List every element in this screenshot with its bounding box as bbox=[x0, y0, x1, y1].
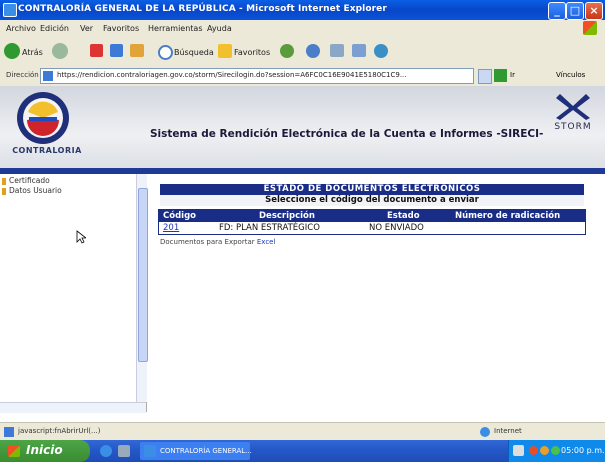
task-label: CONTRALORÍA GENERAL... bbox=[160, 447, 252, 455]
left-nav-frame: Certificado Datos Usuario bbox=[0, 174, 148, 413]
page-icon bbox=[43, 71, 53, 81]
address-url: https://rendicion.contraloriagen.gov.co/… bbox=[57, 71, 407, 79]
go-label[interactable]: Ir bbox=[510, 71, 515, 79]
status-bar: javascript:fnAbrirUrl(...) Internet bbox=[0, 422, 605, 441]
storm-logo: STORM bbox=[548, 92, 598, 148]
mail-icon[interactable] bbox=[306, 44, 320, 58]
window-title: CONTRALORÍA GENERAL DE LA REPÚBLICA - Mi… bbox=[18, 4, 387, 14]
windows-flag-icon bbox=[8, 445, 20, 457]
menu-ver[interactable]: Ver bbox=[80, 24, 93, 33]
export-note-text: Documentos para Exportar bbox=[160, 238, 255, 246]
status-page-icon bbox=[4, 427, 14, 437]
nav-item-datos-usuario[interactable]: Datos Usuario bbox=[2, 186, 62, 195]
menu-ayuda[interactable]: Ayuda bbox=[207, 24, 232, 33]
mouse-cursor-icon bbox=[76, 230, 86, 244]
menu-edicion[interactable]: Edición bbox=[40, 24, 69, 33]
col-descripcion: Descripción bbox=[259, 211, 315, 221]
links-label[interactable]: Vínculos bbox=[556, 71, 585, 79]
home-icon[interactable] bbox=[130, 44, 144, 57]
tray-network-icon[interactable] bbox=[513, 445, 524, 456]
toolbar: Atrás Búsqueda Favoritos bbox=[0, 38, 605, 67]
contraloria-logo: CONTRALORIA bbox=[12, 90, 81, 155]
nav-item-certificado[interactable]: Certificado bbox=[2, 176, 50, 185]
quicklaunch-ie-icon[interactable] bbox=[100, 445, 112, 457]
tray-icon-1[interactable] bbox=[529, 446, 538, 455]
system-title: Sistema de Rendición Electrónica de la C… bbox=[150, 128, 544, 140]
nav-horizontal-scrollbar[interactable] bbox=[0, 402, 146, 413]
edit-icon[interactable] bbox=[352, 44, 366, 57]
documents-instructions: Seleccione el código del documento a env… bbox=[160, 195, 584, 206]
ie-icon bbox=[3, 3, 17, 17]
quicklaunch-desktop-icon[interactable] bbox=[118, 445, 130, 457]
address-bar: Dirección https://rendicion.contraloriag… bbox=[0, 66, 605, 87]
documents-table: Código Descripción Estado Número de radi… bbox=[158, 209, 586, 235]
tray-icon-2[interactable] bbox=[540, 446, 549, 455]
messenger-icon[interactable] bbox=[374, 44, 388, 58]
tray-icon-3[interactable] bbox=[551, 446, 560, 455]
forward-arrow-icon[interactable] bbox=[52, 43, 68, 59]
address-dropdown-button[interactable] bbox=[478, 69, 492, 84]
storm-label: STORM bbox=[554, 122, 592, 132]
document-status: NO ENVIADO bbox=[369, 223, 424, 233]
logo-label: CONTRALORIA bbox=[12, 146, 82, 155]
start-label: Inicio bbox=[26, 443, 63, 457]
table-header-row: Código Descripción Estado Número de radi… bbox=[159, 210, 585, 222]
start-button[interactable]: Inicio bbox=[0, 440, 90, 462]
document-code-link[interactable]: 201 bbox=[163, 223, 179, 233]
nav-vertical-scrollbar[interactable] bbox=[136, 174, 148, 402]
search-icon[interactable] bbox=[158, 45, 173, 60]
favorites-star-icon[interactable] bbox=[218, 44, 232, 58]
title-bar: CONTRALORÍA GENERAL DE LA REPÚBLICA - Mi… bbox=[0, 0, 605, 20]
nav-scroll-thumb[interactable] bbox=[138, 188, 148, 362]
stop-icon[interactable] bbox=[90, 44, 103, 57]
export-excel-link[interactable]: Excel bbox=[257, 238, 276, 246]
storm-x-icon bbox=[556, 94, 590, 120]
internet-zone-icon bbox=[480, 427, 490, 437]
table-row: 201 FD: PLAN ESTRATÉGICO NO ENVIADO bbox=[159, 222, 585, 234]
status-text: javascript:fnAbrirUrl(...) bbox=[18, 427, 101, 435]
menu-favoritos[interactable]: Favoritos bbox=[103, 24, 139, 33]
history-icon[interactable] bbox=[280, 44, 294, 58]
task-ie-icon bbox=[144, 445, 156, 457]
folder-icon bbox=[2, 177, 6, 185]
menu-bar: Archivo Edición Ver Favoritos Herramient… bbox=[0, 20, 605, 39]
document-description: FD: PLAN ESTRATÉGICO bbox=[219, 223, 320, 233]
clock: 05:00 p.m. bbox=[561, 446, 605, 455]
col-estado: Estado bbox=[387, 211, 420, 221]
folder-icon bbox=[2, 187, 6, 195]
main-content: ESTADO DE DOCUMENTOS ELECTRÓNICOS Selecc… bbox=[148, 174, 605, 412]
refresh-icon[interactable] bbox=[110, 44, 123, 57]
favorites-label[interactable]: Favoritos bbox=[234, 48, 270, 57]
menu-archivo[interactable]: Archivo bbox=[6, 24, 36, 33]
address-input[interactable]: https://rendicion.contraloriagen.gov.co/… bbox=[40, 68, 474, 84]
system-tray: 05:00 p.m. bbox=[508, 440, 605, 462]
close-button[interactable]: × bbox=[585, 2, 603, 20]
col-radicacion: Número de radicación bbox=[455, 211, 561, 221]
contraloria-emblem-icon bbox=[17, 92, 69, 144]
address-label: Dirección bbox=[6, 71, 39, 79]
back-label[interactable]: Atrás bbox=[22, 48, 43, 57]
back-arrow-icon[interactable] bbox=[4, 43, 20, 59]
col-codigo: Código bbox=[163, 211, 196, 221]
go-arrow-icon[interactable] bbox=[494, 69, 507, 82]
windows-logo-icon bbox=[583, 21, 597, 35]
documents-header: ESTADO DE DOCUMENTOS ELECTRÓNICOS bbox=[160, 184, 584, 195]
maximize-button[interactable]: □ bbox=[566, 2, 584, 20]
print-icon[interactable] bbox=[330, 44, 344, 57]
taskbar-task-ie[interactable]: CONTRALORÍA GENERAL... bbox=[140, 442, 252, 460]
menu-herramientas[interactable]: Herramientas bbox=[148, 24, 203, 33]
taskbar: Inicio CONTRALORÍA GENERAL... 05:00 p.m. bbox=[0, 440, 605, 462]
export-note: Documentos para Exportar Excel bbox=[160, 238, 275, 246]
security-zone-label: Internet bbox=[494, 427, 522, 435]
site-banner: CONTRALORIA Sistema de Rendición Electró… bbox=[0, 86, 605, 168]
minimize-button[interactable]: _ bbox=[548, 2, 566, 20]
search-label[interactable]: Búsqueda bbox=[174, 48, 214, 57]
